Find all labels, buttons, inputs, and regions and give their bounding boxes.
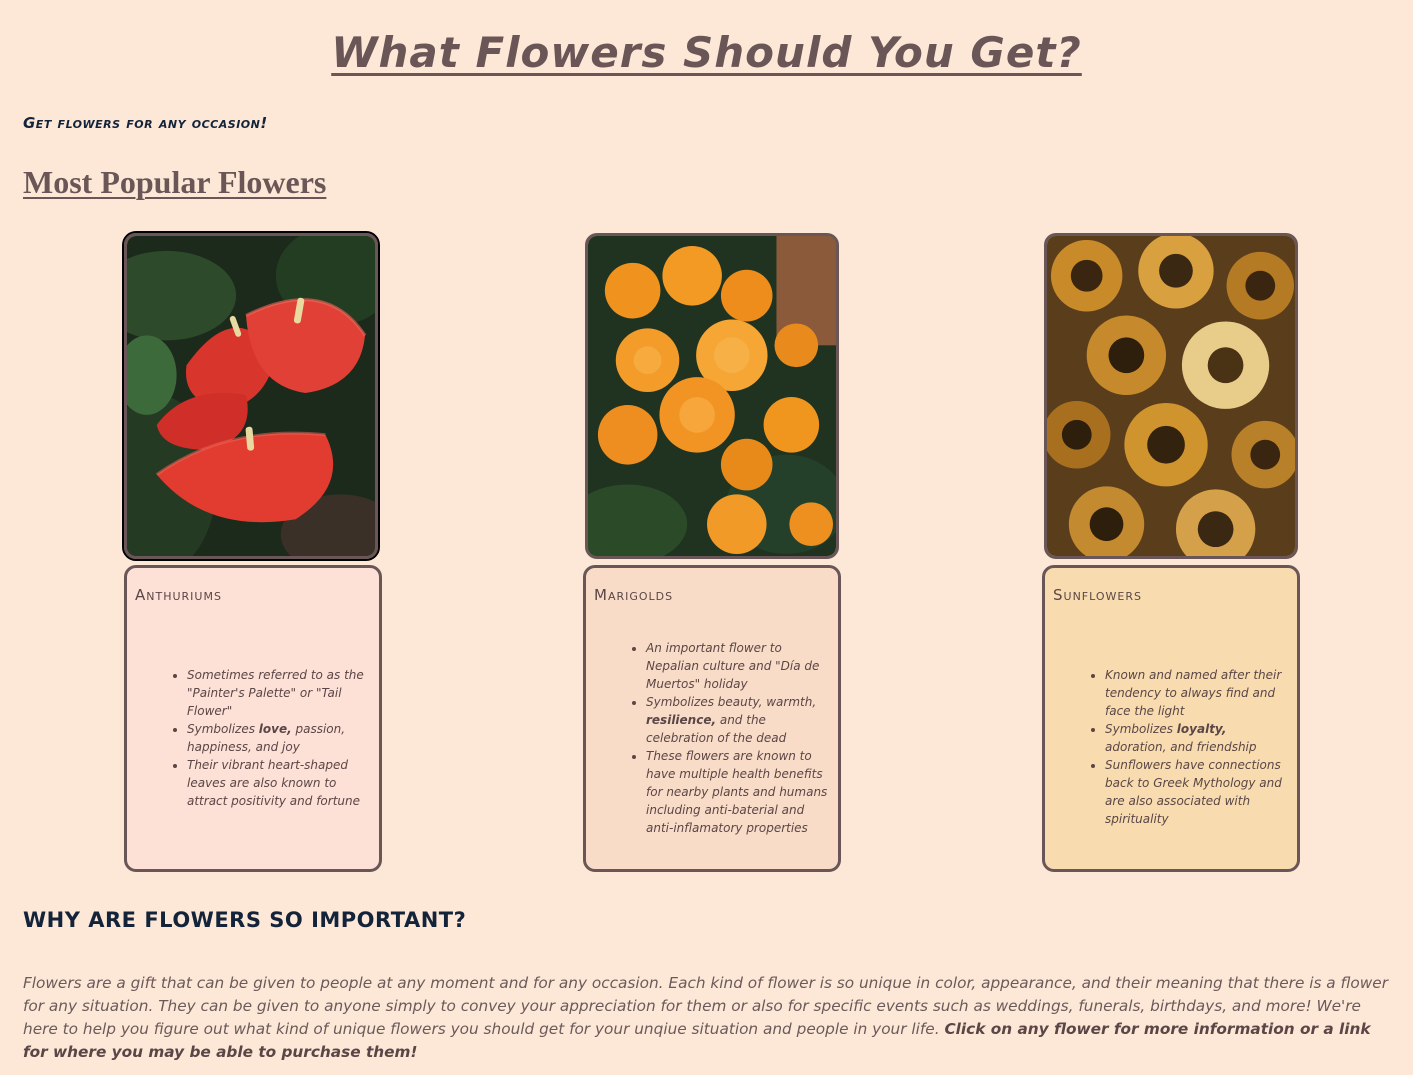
list-item: Symbolizes love, passion, happiness, and… [187, 720, 371, 756]
list-item: Sunflowers have connections back to Gree… [1105, 756, 1289, 828]
anthuriums-info-card[interactable]: Anthuriums Sometimes referred to as the … [124, 565, 382, 872]
marigolds-info-card[interactable]: Marigolds An important flower to Nepalia… [583, 565, 841, 872]
list-item: An important flower to Nepalian culture … [646, 639, 830, 693]
list-item: Their vibrant heart-shaped leaves are al… [187, 756, 371, 810]
marigold-photo-icon [588, 236, 836, 556]
sunflower-photo-icon [1047, 236, 1295, 556]
sunflowers-facts-list: Known and named after their tendency to … [1053, 666, 1289, 828]
sunflower-photo[interactable] [1044, 233, 1298, 559]
section-heading: Most Popular Flowers [23, 164, 327, 200]
list-item: Symbolizes beauty, warmth, resilience, a… [646, 693, 830, 747]
anthurium-photo[interactable] [122, 231, 380, 561]
anthuriums-card-title: Anthuriums [135, 586, 222, 604]
marigolds-facts-list: An important flower to Nepalian culture … [594, 639, 830, 837]
list-item: Known and named after their tendency to … [1105, 666, 1289, 720]
page-title: What Flowers Should You Get? [331, 28, 1082, 77]
why-paragraph: Flowers are a gift that can be given to … [23, 972, 1393, 1064]
marigold-photo[interactable] [585, 233, 839, 559]
tagline: Get flowers for any occasion! [23, 114, 268, 132]
why-heading: WHY ARE FLOWERS SO IMPORTANT? [23, 908, 467, 932]
sunflowers-info-card[interactable]: Sunflowers Known and named after their t… [1042, 565, 1300, 872]
sunflowers-card-title: Sunflowers [1053, 586, 1142, 604]
list-item: Symbolizes loyalty, adoration, and frien… [1105, 720, 1289, 756]
list-item: Sometimes referred to as the "Painter's … [187, 666, 371, 720]
anthurium-photo-icon [127, 236, 375, 556]
anthuriums-facts-list: Sometimes referred to as the "Painter's … [135, 666, 371, 810]
list-item: These flowers are known to have multiple… [646, 747, 830, 837]
marigolds-card-title: Marigolds [594, 586, 674, 604]
